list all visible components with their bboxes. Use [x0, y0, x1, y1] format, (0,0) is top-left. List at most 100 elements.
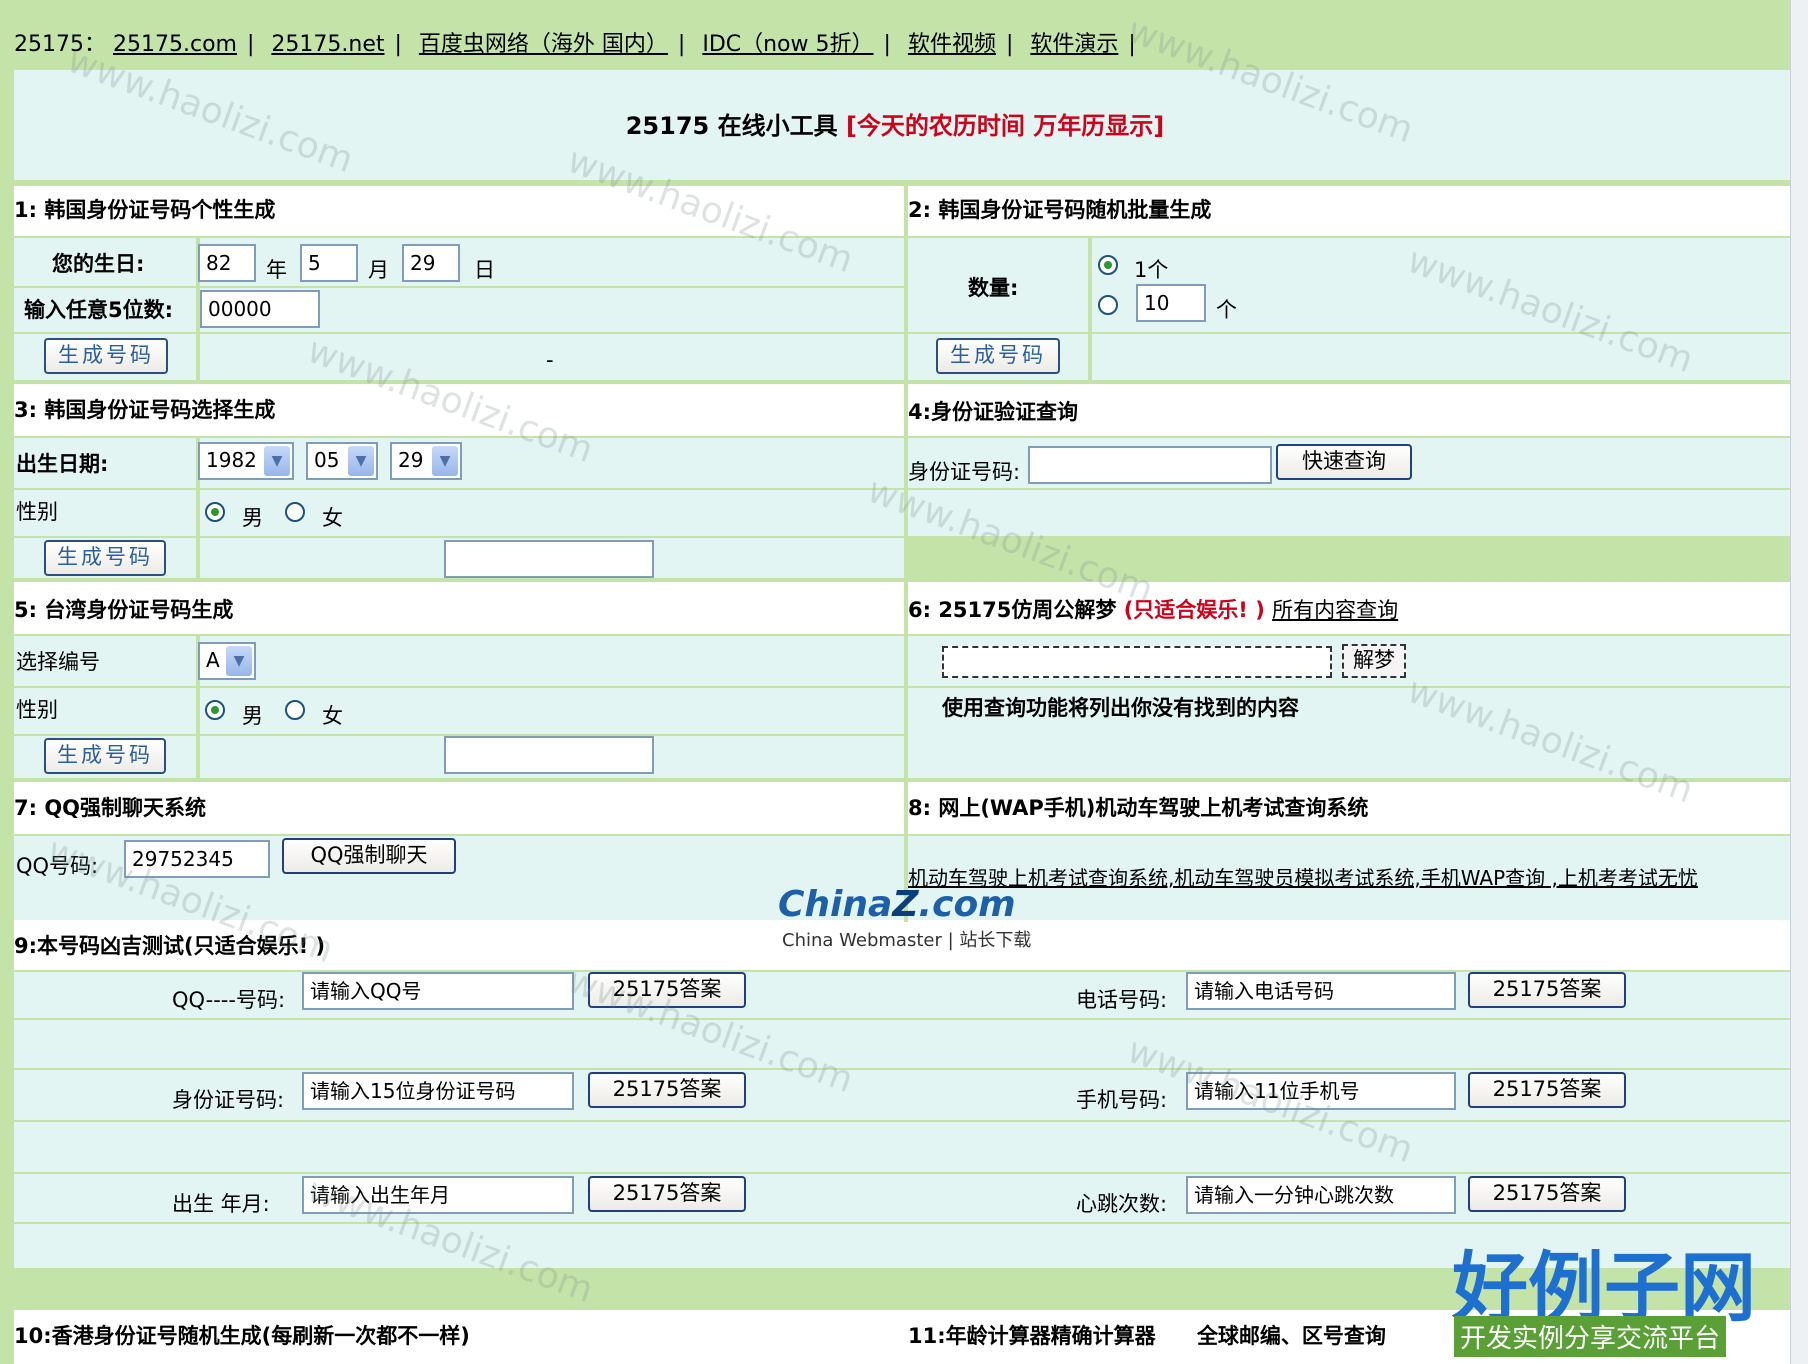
haolizi-logo-tagline: 开发实例分享交流平台 [1454, 1316, 1727, 1357]
birth-day-input[interactable]: 29 [402, 244, 460, 282]
qq-number-input[interactable]: 29752345 [124, 840, 270, 878]
birth-month-select[interactable]: 05 ▼ [306, 442, 378, 480]
chevron-down-icon: ▼ [264, 446, 290, 476]
driving-exam-links[interactable]: 机动车驾驶上机考试查询系统,机动车驾驶员模拟考试系统,手机WAP查询 ,上机考考… [908, 862, 1698, 891]
digits-input[interactable]: 00000 [200, 290, 320, 328]
sec3-male-label: 男 [242, 506, 263, 530]
sec5-generate-button[interactable]: 生成号码 [44, 738, 166, 774]
sec5-male-label: 男 [242, 704, 263, 728]
nav-link-idc[interactable]: IDC（now 5折） [702, 32, 873, 57]
birth-day-select[interactable]: 29 ▼ [390, 442, 462, 480]
id-fortune-button[interactable]: 25175答案 [588, 1072, 746, 1108]
birthday-label: 您的生日: [52, 252, 145, 276]
nav-link-software-demo[interactable]: 软件演示 [1030, 32, 1118, 57]
sec7-heading: 7: QQ强制聊天系统 [14, 796, 207, 820]
sec4-heading: 4:身份证验证查询 [908, 400, 1079, 424]
sec5-female-label: 女 [322, 704, 343, 728]
title-lunar-link[interactable]: [今天的农历时间 万年历显示] [846, 112, 1164, 140]
heartbeat-fortune-input[interactable]: 请输入一分钟心跳次数 [1186, 1176, 1456, 1214]
sec5-male-radio[interactable] [205, 700, 225, 720]
sec5-female-radio[interactable] [285, 700, 305, 720]
chevron-down-icon: ▼ [432, 446, 458, 476]
id-fortune-input[interactable]: 请输入15位身份证号码 [302, 1072, 574, 1110]
sec3-female-label: 女 [322, 506, 343, 530]
sec1-generate-button[interactable]: 生成号码 [44, 338, 168, 374]
birth-month-fortune-button[interactable]: 25175答案 [588, 1176, 746, 1212]
dream-interpret-button[interactable]: 解梦 [1342, 644, 1406, 678]
sec9-row2-right-label: 手机号码: [1076, 1088, 1168, 1112]
sec6-heading: 6: 25175仿周公解梦 (只适合娱乐! ) 所有内容查询 [908, 598, 1399, 622]
sec9-gap2-band [14, 1122, 1790, 1172]
sec9-row2-left-label: 身份证号码: [172, 1088, 285, 1112]
month-unit: 月 [368, 258, 389, 282]
sec5-result-field[interactable] [444, 736, 654, 774]
nav-link-software-video[interactable]: 软件视频 [908, 32, 996, 57]
day-unit: 日 [474, 258, 495, 282]
qty-one-radio[interactable] [1098, 255, 1118, 275]
sec2-generate-button[interactable]: 生成号码 [936, 338, 1060, 374]
sec3-generate-button[interactable]: 生成号码 [44, 540, 166, 576]
select-number-label: 选择编号 [16, 650, 100, 674]
phone-fortune-input[interactable]: 请输入电话号码 [1186, 972, 1456, 1010]
top-nav: 25175： 25175.com | 25175.net | 百度虫网络（海外 国内… [14, 32, 1136, 57]
birth-year-input[interactable]: 82 [198, 244, 256, 282]
qty-one-label: 1个 [1134, 258, 1169, 282]
sec3-male-radio[interactable] [205, 502, 225, 522]
sec2-label-divider [1088, 238, 1092, 380]
sec9-row1-right-label: 电话号码: [1076, 988, 1168, 1012]
sec10-heading: 10:香港身份证号随机生成(每刷新一次都不一样) [14, 1324, 470, 1348]
heartbeat-fortune-button[interactable]: 25175答案 [1468, 1176, 1626, 1212]
sec4-row2-band [908, 490, 1790, 536]
qty-custom-radio[interactable] [1098, 295, 1118, 315]
dream-query-input[interactable] [942, 646, 1332, 678]
sec8-heading: 8: 网上(WAP手机)机动车驾驶上机考试查询系统 [908, 796, 1369, 820]
chinaz-logo-subtitle: China Webmaster | 站长下载 [782, 930, 1032, 951]
sec2-row1-band [908, 238, 1790, 332]
scrollbar[interactable] [1790, 0, 1808, 1364]
sec3-female-radio[interactable] [285, 502, 305, 522]
nav-link-25175-net[interactable]: 25175.net [271, 32, 384, 57]
id-number-input[interactable] [1028, 446, 1272, 484]
nav-link-baidu[interactable]: 百度虫网络（海外 国内） [419, 32, 668, 57]
qq-force-chat-button[interactable]: QQ强制聊天 [282, 838, 456, 874]
sec9-row1-left-label: QQ----号码: [172, 988, 286, 1012]
sec6-note: 使用查询功能将列出你没有找到的内容 [942, 696, 1299, 720]
sec5-gender-label: 性别 [16, 698, 58, 722]
page-title: 25175 在线小工具 [今天的农历时间 万年历显示] [625, 112, 1165, 140]
qq-fortune-input[interactable]: 请输入QQ号 [302, 972, 574, 1010]
birth-month-input[interactable]: 5 [300, 244, 358, 282]
quick-query-button[interactable]: 快速查询 [1276, 444, 1412, 480]
id-number-label: 身份证号码: [908, 460, 1021, 484]
year-unit: 年 [266, 258, 287, 282]
postcode-query-link[interactable]: 全球邮编、区号查询 [1197, 1324, 1386, 1348]
sec1-heading: 1: 韩国身份证号码个性生成 [14, 198, 276, 222]
sec3-heading: 3: 韩国身份证号码选择生成 [14, 398, 276, 422]
sec2-heading: 2: 韩国身份证号码随机批量生成 [908, 198, 1212, 222]
sec6-red-note: (只适合娱乐! ) [1123, 598, 1265, 622]
sec9-row3-left-label: 出生 年月: [172, 1192, 270, 1216]
birth-month-fortune-input[interactable]: 请输入出生年月 [302, 1176, 574, 1214]
sec9-heading: 9:本号码凶吉测试(只适合娱乐! ) [14, 934, 326, 958]
mobile-fortune-button[interactable]: 25175答案 [1468, 1072, 1626, 1108]
qty-input[interactable]: 10 [1136, 284, 1206, 322]
sec3-result-field[interactable] [444, 540, 654, 578]
sec5-heading: 5: 台湾身份证号码生成 [14, 598, 234, 622]
quantity-label: 数量: [968, 276, 1019, 300]
nav-link-25175-com[interactable]: 25175.com [113, 32, 237, 57]
sec1-result-dash: - [546, 348, 554, 372]
sec9-gap1-band [14, 1020, 1790, 1068]
chevron-down-icon: ▼ [348, 446, 374, 476]
digits-label: 输入任意5位数: [24, 298, 174, 322]
sec11-heading: 11:年龄计算器精确计算器 全球邮编、区号查询 [908, 1324, 1386, 1348]
birth-date-label: 出生日期: [16, 452, 109, 476]
phone-fortune-button[interactable]: 25175答案 [1468, 972, 1626, 1008]
mobile-fortune-input[interactable]: 请输入11位手机号 [1186, 1072, 1456, 1110]
sec3-row2-band [14, 490, 904, 536]
qq-fortune-button[interactable]: 25175答案 [588, 972, 746, 1008]
sec6-all-content-link[interactable]: 所有内容查询 [1272, 598, 1398, 622]
number-prefix-select[interactable]: A ▼ [198, 642, 256, 680]
qq-number-label: QQ号码: [16, 854, 99, 878]
birth-year-select[interactable]: 1982 ▼ [198, 442, 294, 480]
sec5-row1-band [14, 636, 904, 686]
sec9-row3-right-label: 心跳次数: [1076, 1192, 1168, 1216]
